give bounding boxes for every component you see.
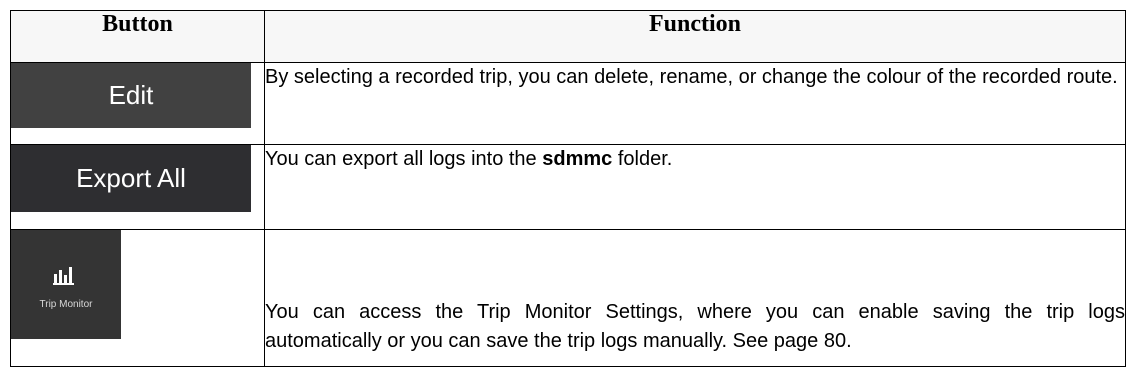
button-cell: Export All: [10, 144, 265, 230]
button-cell: Edit: [10, 62, 265, 145]
export-all-button[interactable]: Export All: [11, 145, 251, 212]
trip-monitor-label: Trip Monitor: [39, 299, 93, 310]
bar-chart-icon: [53, 267, 74, 285]
button-cell: Trip Monitor: [10, 229, 265, 367]
folder-name: sdmmc: [542, 148, 613, 170]
edit-button[interactable]: Edit: [11, 63, 251, 128]
trip-monitor-button[interactable]: Trip Monitor: [11, 230, 121, 339]
table-row: Trip Monitor You can access the Trip Mon…: [10, 229, 1126, 367]
button-function-table: Button Function Edit By selecting a reco…: [10, 10, 1126, 367]
function-description: You can export all logs into the sdmmc f…: [264, 144, 1126, 230]
header-button: Button: [10, 10, 265, 63]
table-row: Edit By selecting a recorded trip, you c…: [10, 62, 1126, 145]
function-description: You can access the Trip Monitor Settings…: [264, 229, 1126, 367]
function-description: By selecting a recorded trip, you can de…: [264, 62, 1126, 145]
description-text: folder.: [612, 148, 673, 170]
header-function: Function: [264, 10, 1126, 63]
description-text: You can export all logs into the: [265, 148, 543, 170]
header-row: Button Function: [10, 10, 1126, 63]
table-row: Export All You can export all logs into …: [10, 144, 1126, 230]
